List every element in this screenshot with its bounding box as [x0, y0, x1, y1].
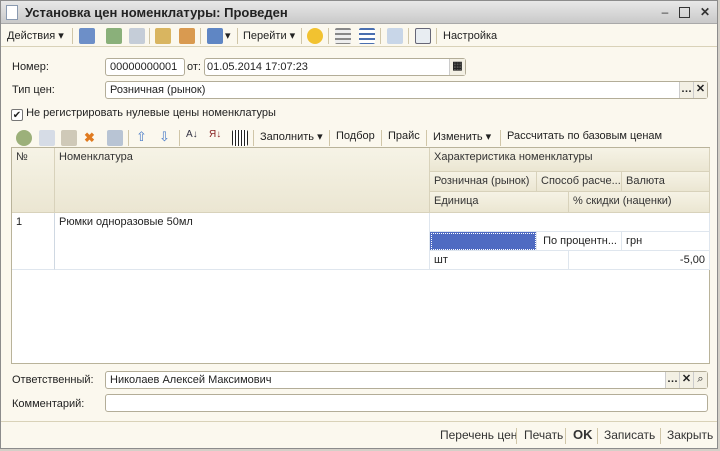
number-label: Номер:: [12, 61, 49, 73]
ok-button[interactable]: OK: [573, 427, 593, 442]
help-icon[interactable]: [307, 28, 323, 44]
fill-menu[interactable]: Заполнить ▾: [260, 130, 323, 143]
preview-icon[interactable]: [387, 28, 403, 44]
checklist-icon[interactable]: [359, 28, 375, 44]
cell-retail[interactable]: [430, 232, 537, 251]
maximize-button[interactable]: [679, 7, 690, 18]
window-title: Установка цен номенклатуры: Проведен: [25, 5, 288, 20]
calc-by-base-prices-button[interactable]: Рассчитать по базовым ценам: [507, 130, 662, 142]
change-menu[interactable]: Изменить ▾: [433, 130, 491, 143]
document-icon: [6, 5, 18, 20]
close-form-button[interactable]: Закрыть: [667, 428, 713, 442]
header-characteristic[interactable]: Характеристика номенклатуры: [430, 148, 710, 172]
delete-row-icon[interactable]: ✖: [84, 130, 95, 146]
checkmark-icon: ✔: [11, 109, 23, 121]
sort-desc-icon[interactable]: Я↓: [209, 129, 221, 140]
copy-row-icon[interactable]: [39, 130, 55, 146]
header-num[interactable]: №: [12, 148, 55, 213]
minimize-button[interactable]: –: [658, 5, 672, 19]
edit-row-icon[interactable]: [61, 130, 77, 146]
print-button[interactable]: Печать: [524, 428, 563, 442]
no-zero-prices-checkbox[interactable]: ✔ Не регистрировать нулевые цены номенкл…: [11, 107, 276, 121]
number-field[interactable]: 00000000001: [105, 58, 185, 76]
sort-asc-icon[interactable]: A↓: [186, 129, 198, 140]
price-type-label: Тип цен:: [12, 84, 55, 96]
comment-label: Комментарий:: [12, 398, 85, 410]
date-value: 01.05.2014 17:07:23: [207, 61, 308, 73]
goto-label: Перейти: [243, 30, 287, 42]
clear-button[interactable]: ✕: [679, 372, 693, 388]
responsible-value: Николаев Алексей Максимович: [110, 374, 272, 386]
settings-button[interactable]: Настройка: [443, 28, 497, 44]
date-label: от:: [187, 61, 201, 73]
price-list-button[interactable]: Перечень цен: [440, 428, 517, 442]
cell-method[interactable]: По процентн...: [537, 232, 622, 251]
comment-field[interactable]: [105, 394, 708, 412]
select-button[interactable]: …: [679, 82, 693, 98]
pick-button[interactable]: Подбор: [336, 130, 375, 142]
cell-discount[interactable]: -5,00: [569, 251, 710, 270]
calendar-icon[interactable]: ▦: [449, 59, 465, 75]
date-field[interactable]: 01.05.2014 17:07:23 ▦: [204, 58, 466, 76]
price-type-value: Розничная (рынок): [110, 84, 206, 96]
change-label: Изменить: [433, 131, 483, 143]
fill-label: Заполнить: [260, 131, 315, 143]
header-unit[interactable]: Единица: [430, 192, 569, 213]
list-icon[interactable]: [415, 28, 431, 44]
responsible-label: Ответственный:: [12, 374, 94, 386]
move-down-icon[interactable]: ⇩: [159, 129, 170, 145]
cell-num[interactable]: 1: [12, 213, 55, 270]
cell-unit[interactable]: шт: [430, 251, 569, 270]
post-and-close-icon[interactable]: [79, 28, 95, 44]
cell-characteristic[interactable]: [430, 213, 710, 232]
structure-icon[interactable]: [335, 28, 351, 44]
actions-menu[interactable]: Действия ▾: [7, 28, 64, 44]
copy-icon[interactable]: [129, 28, 145, 44]
cell-currency[interactable]: грн: [622, 232, 710, 251]
unpost-icon[interactable]: [179, 28, 195, 44]
header-currency[interactable]: Валюта: [622, 172, 710, 192]
refresh-icon[interactable]: [106, 28, 122, 44]
price-button[interactable]: Прайс: [388, 130, 420, 142]
actions-label: Действия: [7, 30, 56, 42]
add-row-icon[interactable]: [16, 130, 32, 146]
bottom-bar: Перечень цен Печать OK Записать Закрыть: [1, 421, 717, 449]
close-button[interactable]: ✕: [698, 5, 712, 19]
cell-item[interactable]: Рюмки одноразовые 50мл: [55, 213, 430, 270]
open-search-icon[interactable]: ⌕: [693, 372, 707, 388]
main-toolbar: Действия ▾ ▾ Перейти ▾ Настройка: [1, 25, 717, 47]
header-method[interactable]: Способ расче...: [537, 172, 622, 192]
barcode-icon[interactable]: [232, 130, 248, 146]
based-on-dropdown[interactable]: ▾: [225, 28, 231, 44]
select-button[interactable]: …: [665, 372, 679, 388]
save-button[interactable]: Записать: [604, 428, 655, 442]
goto-menu[interactable]: Перейти ▾: [243, 28, 295, 44]
based-on-icon[interactable]: [207, 28, 223, 44]
document-window: Установка цен номенклатуры: Проведен – ✕…: [0, 0, 718, 449]
move-up-icon[interactable]: ⇧: [136, 129, 147, 145]
post-icon[interactable]: [155, 28, 171, 44]
responsible-field[interactable]: Николаев Алексей Максимович … ✕ ⌕: [105, 371, 708, 389]
header-discount[interactable]: % скидки (наценки): [569, 192, 710, 213]
checkbox-label: Не регистрировать нулевые цены номенклат…: [26, 107, 276, 119]
header-retail[interactable]: Розничная (рынок): [430, 172, 537, 192]
title-bar: Установка цен номенклатуры: Проведен – ✕: [1, 1, 717, 24]
header-item[interactable]: Номенклатура: [55, 148, 430, 213]
price-type-field[interactable]: Розничная (рынок) … ✕: [105, 81, 708, 99]
end-edit-icon[interactable]: [107, 130, 123, 146]
prices-table: № Номенклатура Характеристика номенклату…: [11, 147, 710, 364]
clear-button[interactable]: ✕: [693, 82, 707, 98]
